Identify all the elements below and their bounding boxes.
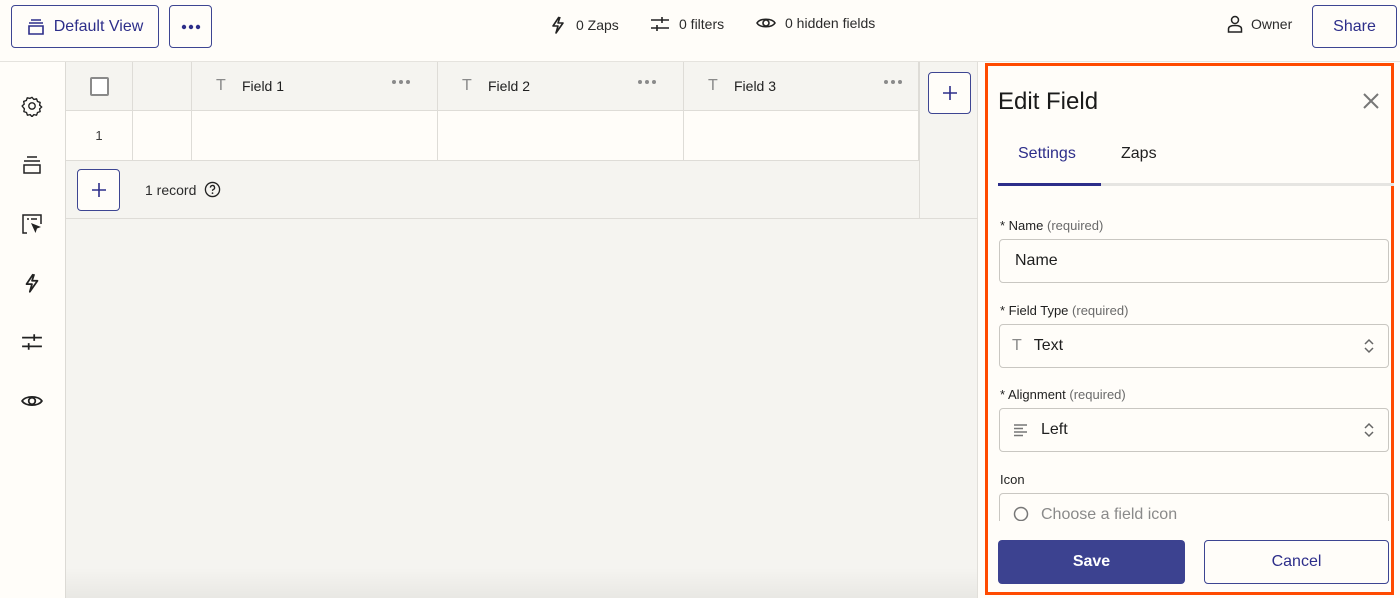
edit-field-panel: Edit Field Settings Zaps * Name (require…	[985, 63, 1394, 595]
select-all-checkbox[interactable]	[89, 76, 109, 96]
field-type-select[interactable]: T Text	[999, 324, 1389, 368]
column-header-field-2[interactable]: T Field 2	[438, 62, 684, 110]
share-button[interactable]: Share	[1312, 5, 1397, 48]
help-icon[interactable]	[204, 181, 221, 198]
icon-label: Icon	[1000, 472, 1025, 487]
alignment-label: * Alignment (required)	[1000, 387, 1126, 402]
column-menu-icon[interactable]	[391, 79, 411, 85]
gear-icon	[21, 96, 43, 117]
zaps-count[interactable]: 0 Zaps	[549, 15, 619, 35]
column-menu-icon[interactable]	[883, 79, 903, 85]
table-cell[interactable]	[438, 111, 684, 160]
align-left-icon	[1014, 424, 1027, 437]
user-icon	[1227, 15, 1243, 33]
table-row[interactable]: 1	[66, 111, 919, 161]
name-label: * Name (required)	[1000, 218, 1103, 233]
table-area: T Field 1 T Field 2 T Field 3 1 1 record	[66, 62, 978, 598]
name-label-text: * Name	[1000, 218, 1044, 233]
record-count: 1 record	[145, 181, 221, 198]
text-type-icon: T	[1012, 337, 1022, 354]
filters-count[interactable]: 0 filters	[650, 15, 724, 33]
text-type-icon: T	[216, 77, 226, 94]
save-button[interactable]: Save	[998, 540, 1185, 584]
alignment-value: Left	[1041, 421, 1068, 438]
view-more-button[interactable]	[169, 5, 212, 48]
add-column-strip	[919, 62, 978, 219]
rail-zaps[interactable]	[20, 271, 44, 295]
stack-icon	[23, 156, 41, 174]
close-icon[interactable]	[1360, 90, 1382, 112]
column-header-field-1[interactable]: T Field 1	[192, 62, 438, 110]
column-menu-icon[interactable]	[637, 79, 657, 85]
text-type-icon: T	[708, 77, 718, 94]
circle-icon	[1013, 506, 1029, 521]
column-label: Field 1	[242, 78, 285, 94]
rail-filters[interactable]	[20, 330, 44, 354]
zaps-count-label: 0 Zaps	[576, 17, 619, 33]
chevron-up-down-icon	[1364, 422, 1374, 438]
left-rail	[0, 62, 66, 598]
active-tab-indicator	[998, 183, 1101, 186]
required-hint: (required)	[1072, 303, 1129, 318]
name-input-value: Name	[1015, 252, 1058, 269]
rail-settings[interactable]	[20, 94, 44, 118]
add-field-button[interactable]	[928, 72, 971, 114]
lightning-icon	[25, 273, 39, 293]
icon-picker-placeholder: Choose a field icon	[1041, 506, 1178, 521]
table-cell[interactable]	[684, 111, 919, 160]
stack-icon	[27, 18, 44, 35]
table-header: T Field 1 T Field 2 T Field 3	[66, 62, 919, 111]
lightning-icon	[552, 16, 564, 34]
table-cell[interactable]	[192, 111, 438, 160]
column-header-field-3[interactable]: T Field 3	[684, 62, 919, 110]
row-number: 1	[66, 111, 133, 160]
column-label: Field 3	[734, 78, 777, 94]
field-type-label-text: * Field Type	[1000, 303, 1069, 318]
default-view-button[interactable]: Default View	[11, 5, 159, 48]
panel-title: Edit Field	[998, 88, 1099, 115]
alignment-label-text: * Alignment	[1000, 387, 1066, 402]
hidden-fields-label: 0 hidden fields	[785, 15, 876, 31]
rail-views[interactable]	[20, 153, 44, 177]
icon-picker[interactable]: Choose a field icon	[999, 493, 1389, 521]
text-type-icon: T	[462, 77, 472, 94]
rail-hidden-fields[interactable]	[20, 389, 44, 413]
record-count-label: 1 record	[145, 181, 197, 198]
table-footer: 1 record	[66, 161, 919, 219]
plus-icon	[91, 183, 106, 197]
panel-tabs: Settings Zaps	[998, 131, 1394, 186]
chevron-up-down-icon	[1364, 338, 1374, 354]
alignment-select[interactable]: Left	[999, 408, 1389, 452]
row-expand-cell[interactable]	[133, 111, 192, 160]
required-hint: (required)	[1046, 218, 1104, 233]
plus-icon	[942, 86, 957, 100]
field-type-value: Text	[1033, 337, 1064, 354]
required-hint: (required)	[1069, 387, 1126, 402]
cursor-window-icon	[22, 214, 42, 234]
cancel-button[interactable]: Cancel	[1204, 540, 1389, 584]
column-label: Field 2	[488, 78, 531, 94]
sliders-icon	[22, 334, 42, 350]
default-view-label: Default View	[53, 17, 144, 35]
rail-interfaces[interactable]	[20, 212, 44, 236]
owner-role: Owner	[1227, 15, 1292, 33]
add-record-button[interactable]	[77, 169, 120, 211]
tab-zaps[interactable]: Zaps	[1121, 145, 1157, 163]
hidden-fields-count[interactable]: 0 hidden fields	[756, 15, 875, 31]
select-all-cell	[66, 62, 133, 110]
row-number-header	[133, 62, 192, 110]
eye-icon	[21, 395, 43, 407]
top-toolbar: Default View 0 Zaps 0 filters 0 hidden f…	[0, 0, 1400, 62]
owner-label: Owner	[1251, 16, 1293, 32]
sliders-icon	[651, 17, 669, 31]
field-type-label: * Field Type (required)	[1000, 303, 1128, 318]
filters-count-label: 0 filters	[679, 16, 725, 32]
name-input[interactable]: Name	[999, 239, 1389, 283]
tab-settings[interactable]: Settings	[1018, 145, 1076, 163]
eye-icon	[756, 18, 776, 28]
ellipsis-icon	[181, 24, 200, 29]
